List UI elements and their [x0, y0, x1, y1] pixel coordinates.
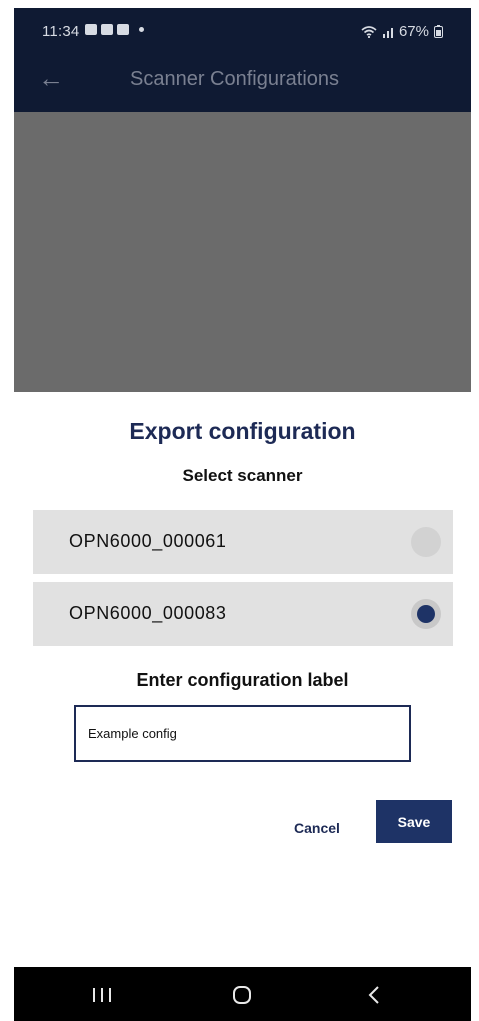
recent-apps-icon[interactable] [82, 981, 122, 1009]
system-navigation-bar [14, 967, 471, 1021]
notification-icons [85, 24, 144, 35]
scanner-radio-button[interactable] [411, 527, 441, 557]
scanner-option[interactable]: OPN6000_000061 [33, 510, 453, 574]
app-bar: ← Scanner Configurations [14, 46, 471, 112]
chat-notification-icon [101, 24, 113, 35]
configuration-label-heading: Enter configuration label [136, 670, 349, 690]
wifi-icon [361, 25, 377, 38]
export-configuration-dialog: Export configuration Select scanner OPN6… [14, 392, 471, 967]
signal-icon [382, 27, 393, 38]
home-icon[interactable] [222, 981, 262, 1009]
scanner-name: OPN6000_000061 [69, 531, 227, 551]
status-time: 11:34 [42, 23, 80, 40]
back-icon[interactable] [354, 981, 394, 1009]
select-scanner-label: Select scanner [182, 466, 303, 485]
scanner-radio-button[interactable] [411, 599, 441, 629]
save-button[interactable]: Save [376, 800, 452, 843]
battery-percent: 67% [398, 23, 429, 40]
scanner-option[interactable]: OPN6000_000083 [33, 582, 453, 646]
status-bar: 11:34 67% [14, 8, 471, 46]
battery-icon [434, 25, 443, 38]
modal-overlay[interactable] [14, 112, 471, 392]
page-title: Scanner Configurations [130, 68, 340, 90]
status-right: 67% [361, 23, 443, 40]
dialog-title: Export configuration [129, 418, 356, 444]
image-notification-icon [85, 24, 97, 35]
phone-screen: 11:34 67% ← Scanner Configurations Expor… [14, 8, 471, 1021]
youtube-notification-icon [117, 24, 129, 35]
arrow-left-icon[interactable]: ← [38, 63, 64, 94]
cancel-button[interactable]: Cancel [282, 807, 352, 849]
more-notifications-icon [139, 27, 144, 32]
scanner-name: OPN6000_000083 [69, 603, 227, 623]
configuration-label-input[interactable] [74, 705, 411, 762]
